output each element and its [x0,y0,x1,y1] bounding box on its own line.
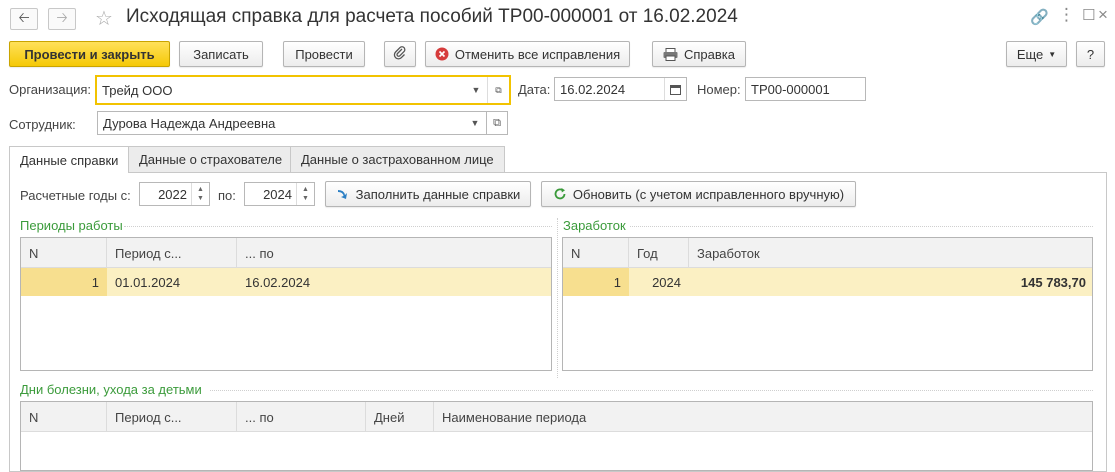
cell-period-from: 01.01.2024 [115,274,181,290]
year-to-value: 2024 [263,186,292,202]
group-divider-vertical [557,218,558,378]
years-from-label: Расчетные годы с: [20,188,131,203]
fill-certificate-button[interactable]: Заполнить данные справки [325,181,531,207]
back-button[interactable]: 🡠 [10,8,38,30]
fill-certificate-label: Заполнить данные справки [355,186,521,202]
help-print-label: Справка [684,46,735,62]
years-to-label: по: [218,188,236,203]
cell-n: 1 [21,268,107,296]
employee-field[interactable]: Дурова Надежда Андреевна ▼ [97,111,487,135]
help-question-button[interactable]: ? [1076,41,1105,67]
group-divider [630,226,1093,227]
refresh-icon [553,187,567,201]
chevron-down-icon[interactable]: ▼ [465,77,487,103]
cell-n: 1 [563,268,629,296]
tab-label: Данные о страхователе [139,152,283,167]
favorite-star-icon[interactable]: ☆ [95,6,113,31]
arrow-left-icon: 🡠 [18,9,30,25]
spin-icon[interactable]: ▲ ▼ [296,183,314,205]
column-header[interactable]: ... по [237,238,551,268]
employee-label: Сотрудник: [9,117,76,132]
calendar-icon[interactable] [664,78,686,100]
attach-button[interactable] [384,41,416,67]
column-header[interactable]: Период с... [107,238,237,268]
work-periods-title: Периоды работы [20,218,123,233]
year-from-value: 2022 [158,186,187,202]
group-divider [124,226,552,227]
post-button[interactable]: Провести [283,41,365,67]
year-to-field[interactable]: 2024 ▲ ▼ [244,182,315,206]
refresh-label: Обновить (с учетом исправленного вручную… [572,186,845,202]
cancel-all-fixes-label: Отменить все исправления [454,46,621,62]
refresh-button[interactable]: Обновить (с учетом исправленного вручную… [541,181,856,207]
more-button[interactable]: Еще ▼ [1006,41,1067,67]
employee-open-button[interactable]: ⧉ [486,111,508,135]
table-header: N Год Заработок [563,238,1092,268]
sick-days-title: Дни болезни, ухода за детьми [20,382,202,397]
open-icon[interactable]: ⧉ [487,77,509,103]
table-header: N Период с... ... по Дней Наименование п… [21,402,1092,432]
column-header[interactable]: N [21,238,107,268]
tab-label: Данные о застрахованном лице [301,152,494,167]
window-title: Исходящая справка для расчета пособий ТР… [126,6,738,27]
column-header[interactable]: ... по [237,402,366,432]
earnings-table[interactable]: N Год Заработок 1 2024 145 783,70 [562,237,1093,371]
column-header[interactable]: Период с... [107,402,237,432]
help-print-button[interactable]: Справка [652,41,746,67]
post-and-close-label: Провести и закрыть [24,46,155,62]
more-vertical-icon[interactable]: ⋮ [1058,5,1075,25]
column-header[interactable]: Наименование периода [434,402,1092,432]
tab-insured-person-data[interactable]: Данные о застрахованном лице [290,146,505,172]
open-icon: ⧉ [493,116,501,129]
number-field[interactable]: ТР00-000001 [745,77,866,101]
date-field[interactable]: 16.02.2024 [554,77,687,101]
org-value: Трейд ООО [102,82,173,98]
org-field[interactable]: Трейд ООО ▼ ⧉ [95,75,511,105]
tab-insurer-data[interactable]: Данные о страхователе [128,146,294,172]
cell-year: 2024 [652,274,681,290]
sick-days-table[interactable]: N Период с... ... по Дней Наименование п… [20,401,1093,471]
fill-arrow-icon [336,187,350,201]
number-value: ТР00-000001 [751,81,830,97]
arrow-right-icon: 🡢 [56,9,68,25]
question-label: ? [1086,46,1095,62]
cell-amount: 145 783,70 [1020,274,1086,290]
spin-icon[interactable]: ▲ ▼ [191,183,209,205]
date-label: Дата: [518,82,551,97]
earnings-title: Заработок [563,218,626,233]
table-header: N Период с... ... по [21,238,551,268]
forward-button[interactable]: 🡢 [48,8,76,30]
chevron-down-icon: ▼ [1048,49,1057,59]
write-label: Записать [193,46,249,62]
close-icon[interactable]: × [1098,5,1108,25]
year-from-field[interactable]: 2022 ▲ ▼ [139,182,210,206]
chevron-down-icon[interactable]: ▼ [464,112,486,134]
employee-value: Дурова Надежда Андреевна [103,115,276,131]
paperclip-icon [393,45,407,63]
link-icon[interactable]: 🔗 [1030,8,1049,26]
date-value: 16.02.2024 [560,81,626,97]
org-label: Организация: [9,82,92,97]
column-header[interactable]: N [21,402,107,432]
maximize-icon[interactable]: ☐ [1082,6,1095,24]
table-row[interactable]: 1 2024 145 783,70 [563,268,1092,296]
post-and-close-button[interactable]: Провести и закрыть [9,41,170,67]
column-header[interactable]: Год [629,238,689,268]
number-label: Номер: [697,82,741,97]
table-row[interactable]: 1 01.01.2024 16.02.2024 [21,268,551,296]
group-divider [210,390,1093,391]
tab-certificate-data[interactable]: Данные справки [9,146,130,173]
cancel-circle-icon [435,47,449,61]
work-periods-table[interactable]: N Период с... ... по 1 01.01.2024 16.02.… [20,237,552,371]
column-header[interactable]: Дней [366,402,434,432]
cancel-all-fixes-button[interactable]: Отменить все исправления [425,41,630,67]
tab-label: Данные справки [20,152,119,168]
more-label: Еще [1016,46,1044,62]
printer-icon [663,47,678,61]
column-header[interactable]: N [563,238,629,268]
write-button[interactable]: Записать [179,41,263,67]
column-header[interactable]: Заработок [689,238,1092,268]
post-label: Провести [295,46,353,62]
cell-period-to: 16.02.2024 [245,274,311,290]
